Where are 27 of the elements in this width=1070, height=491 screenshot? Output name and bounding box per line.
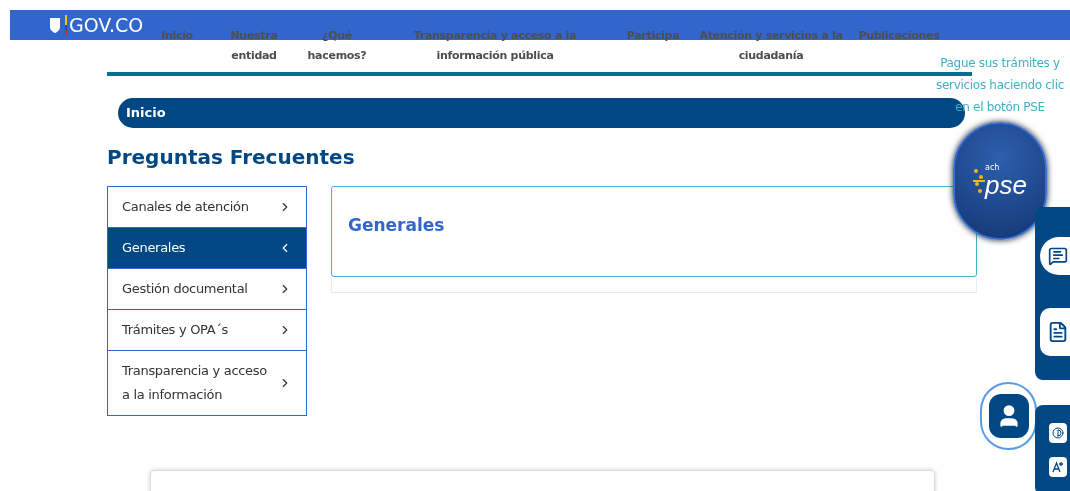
page-title: Preguntas Frecuentes — [107, 144, 355, 171]
contrast-button[interactable] — [1049, 423, 1067, 443]
pse-logo-small: ach — [985, 164, 1001, 172]
nav-link[interactable]: Transparencia y acceso a la información pública — [380, 26, 610, 66]
nav-link[interactable]: Nuestra entidad — [214, 26, 294, 66]
gov-logo: GOV.CO — [69, 15, 144, 35]
pse-logo: pse — [985, 172, 1027, 198]
chat-button[interactable] — [1040, 237, 1070, 275]
sidebar-item[interactable]: Canales de atención — [107, 186, 307, 228]
contrast-icon — [1052, 427, 1064, 439]
font-size-button[interactable] — [1049, 457, 1067, 477]
user-button[interactable] — [980, 382, 1037, 450]
pse-logo-icon — [973, 167, 986, 195]
sidebar-item[interactable]: Gestión documental — [107, 268, 307, 310]
sidebar-item[interactable]: Transparencia y acceso a la información — [107, 350, 307, 416]
flag-stripe-icon — [65, 15, 67, 35]
font-size-icon — [1052, 461, 1064, 473]
pse-button[interactable]: ach pse — [953, 122, 1047, 240]
nav-link[interactable]: Atención y servicios a la ciudadanía — [696, 26, 846, 66]
section-heading: Generales — [348, 214, 446, 237]
breadcrumb-link[interactable]: Inicio — [126, 103, 166, 123]
sidebar-item[interactable]: Generales — [107, 227, 307, 269]
coat-of-arms-icon — [48, 15, 62, 35]
document-button[interactable] — [1040, 308, 1070, 356]
sidebar-item[interactable]: Trámites y OPA´s — [107, 309, 307, 351]
chat-icon — [1047, 246, 1068, 266]
nav-link[interactable]: ¿Qué hacemos? — [302, 26, 372, 66]
